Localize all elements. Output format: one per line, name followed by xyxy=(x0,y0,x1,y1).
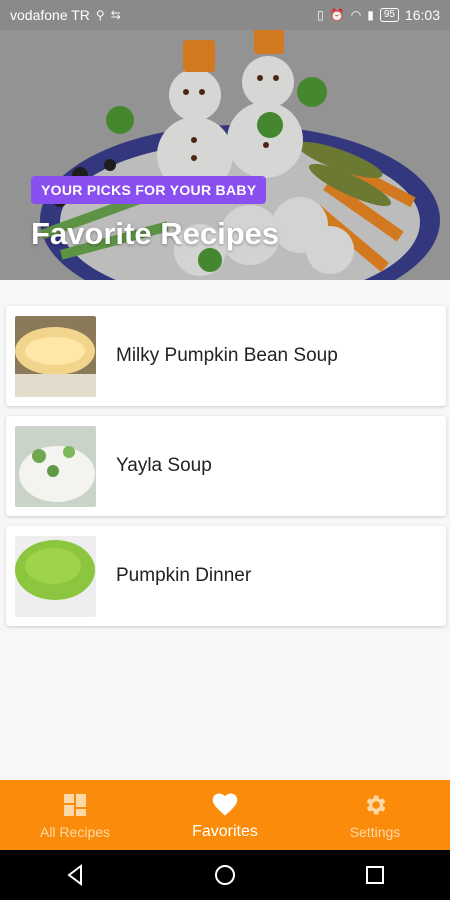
grid-icon xyxy=(0,790,150,820)
recipe-thumbnail xyxy=(15,425,96,507)
clock: 16:03 xyxy=(404,7,440,23)
page-title: Favorite Recipes xyxy=(31,216,280,251)
battery-icon: 95 xyxy=(379,8,399,22)
recipe-title: Milky Pumpkin Bean Soup xyxy=(116,345,338,366)
vibrate-icon: ▯ xyxy=(317,8,324,22)
data-transfer-icon: ⇆ xyxy=(110,8,121,22)
nav-all-recipes[interactable]: All Recipes xyxy=(0,790,150,840)
favorites-list: Milky Pumpkin Bean Soup Yayla Soup Pumpk… xyxy=(6,306,446,636)
recipe-card[interactable]: Pumpkin Dinner xyxy=(6,526,446,626)
signal-icon: ▮ xyxy=(367,8,374,22)
wifi-icon: ◠ xyxy=(350,8,362,22)
nav-label: Favorites xyxy=(192,823,258,840)
carrier-label: vodafone TR xyxy=(10,7,90,23)
recents-icon[interactable] xyxy=(345,855,405,895)
bottom-navigation: All Recipes Favorites Settings xyxy=(0,780,450,850)
recipe-card[interactable]: Yayla Soup xyxy=(6,416,446,516)
hero-badge: YOUR PICKS FOR YOUR BABY xyxy=(31,176,267,204)
alarm-icon: ⏰ xyxy=(329,8,345,22)
recipe-thumbnail xyxy=(15,535,96,617)
system-navigation-bar xyxy=(0,850,450,900)
status-bar: vodafone TR ⚲ ⇆ ▯ ⏰ ◠ ▮ 95 16:03 xyxy=(0,0,450,30)
nav-favorites[interactable]: Favorites xyxy=(150,789,300,841)
nav-label: Settings xyxy=(349,824,401,840)
recipe-thumbnail xyxy=(15,315,96,397)
home-icon[interactable] xyxy=(195,855,255,895)
recipe-title: Pumpkin Dinner xyxy=(116,565,252,586)
recipe-title: Yayla Soup xyxy=(116,455,212,476)
recipe-card[interactable]: Milky Pumpkin Bean Soup xyxy=(6,306,446,406)
usb-icon: ⚲ xyxy=(95,8,105,22)
nav-label: All Recipes xyxy=(39,824,111,840)
gear-icon xyxy=(300,790,450,820)
nav-settings[interactable]: Settings xyxy=(300,790,450,840)
back-icon[interactable] xyxy=(45,855,105,895)
hero-banner: YOUR PICKS FOR YOUR BABY Favorite Recipe… xyxy=(0,0,450,280)
heart-icon xyxy=(150,789,300,819)
